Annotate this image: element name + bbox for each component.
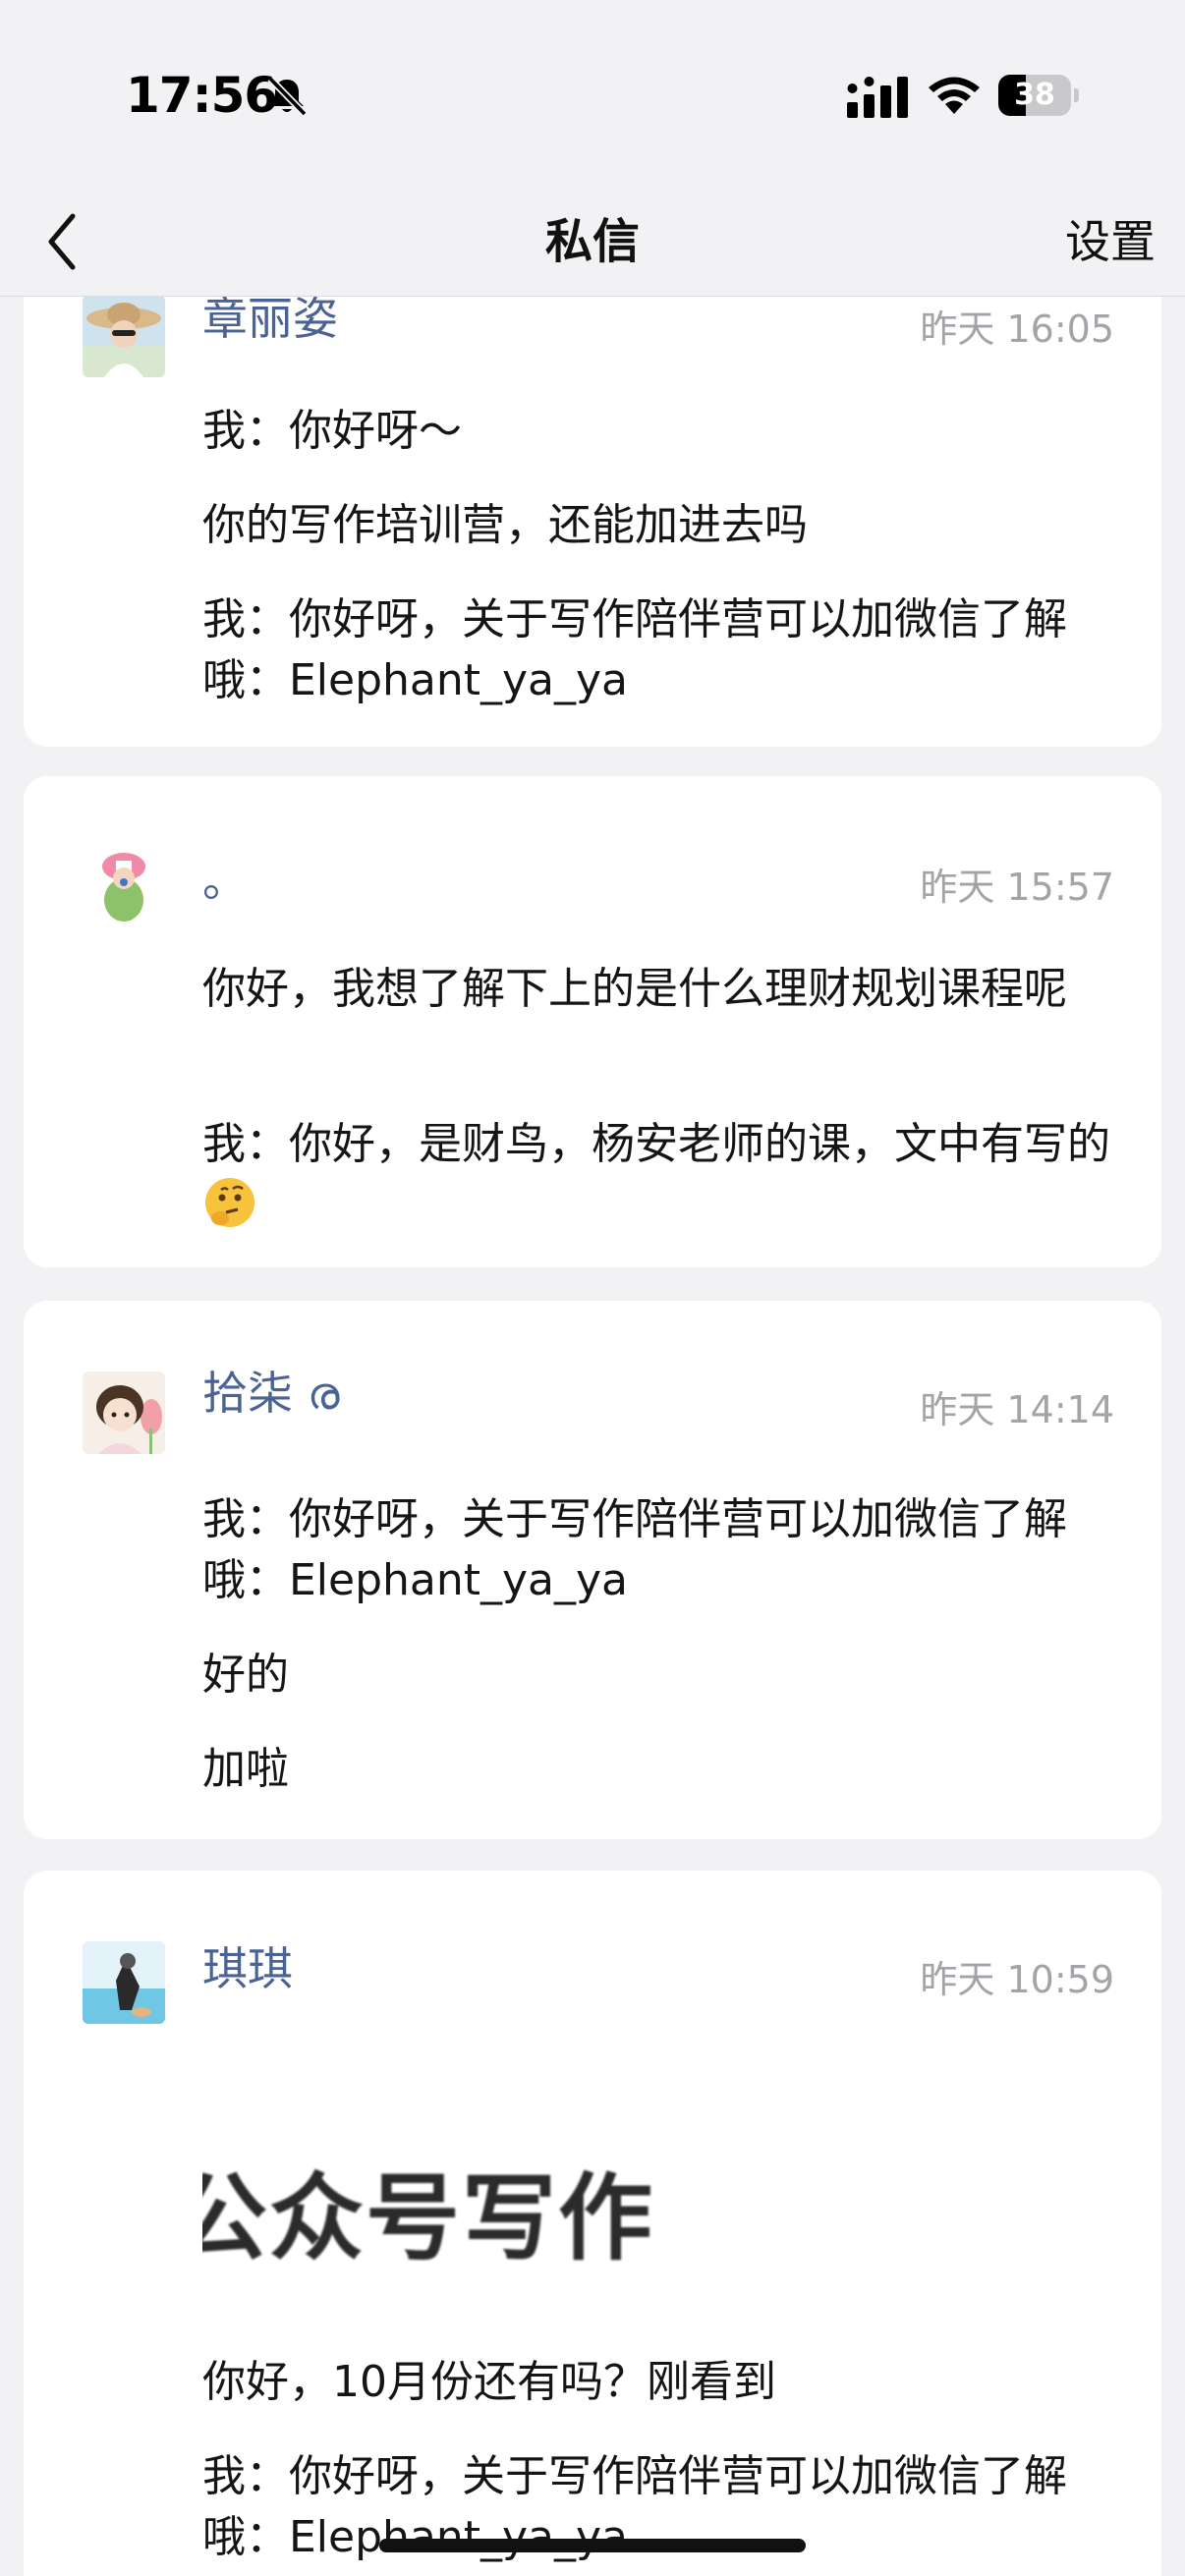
contact-name-suffix: ര (307, 1367, 340, 1420)
contact-name[interactable]: 章丽姿 (202, 289, 338, 348)
message-time: 昨天 16:05 (920, 308, 1114, 351)
conversation-card[interactable]: 章丽姿 昨天 16:05 我：你好呀～ 你的写作培训营，还能加进去吗 我：你好呀… (24, 255, 1161, 747)
conversation-card[interactable]: 。 昨天 15:57 你好，我想了解下上的是什么理财规划课程呢 我：你好，是财鸟… (24, 776, 1161, 1267)
status-time: 17:56 (126, 67, 278, 124)
avatar[interactable] (83, 1372, 165, 1454)
settings-button[interactable]: 设置 (1065, 204, 1156, 279)
message-preview: 你的写作培训营，还能加进去吗 (202, 500, 808, 550)
contact-name[interactable]: 。 (202, 851, 248, 910)
message-preview: 你好，我想了解下上的是什么理财规划课程呢 (202, 964, 1067, 1014)
message-time: 昨天 15:57 (920, 866, 1114, 909)
message-preview: 加啦 (202, 1744, 289, 1794)
conversation-card[interactable]: 拾柒 ര 昨天 14:14 我：你好呀，关于写作陪伴营可以加微信了解哦：Elep… (24, 1301, 1161, 1839)
message-preview: 我：你好呀～ (202, 406, 462, 456)
conversation-list[interactable]: 章丽姿 昨天 16:05 我：你好呀～ 你的写作培训营，还能加进去吗 我：你好呀… (0, 0, 1185, 2576)
contact-name[interactable]: 琪琪 (202, 1939, 293, 1998)
screen: 章丽姿 昨天 16:05 我：你好呀～ 你的写作培训营，还能加进去吗 我：你好呀… (0, 0, 1185, 2576)
avatar[interactable] (83, 1941, 165, 2024)
avatar[interactable] (83, 843, 165, 925)
battery-icon: 38 (998, 75, 1079, 116)
image-thumbnail[interactable]: 公众号写作 (202, 2106, 674, 2273)
message-time: 昨天 14:14 (920, 1388, 1114, 1431)
page-title: 私信 (544, 214, 640, 269)
contact-name-text: 拾柒 (202, 1367, 293, 1420)
message-preview: 我：你好呀，关于写作陪伴营可以加微信了解哦：Elephant_ya_ya (202, 594, 1067, 705)
cellular-signal-icon (847, 77, 908, 118)
bell-slash-icon (267, 76, 308, 117)
thinking-face-emoji (202, 1175, 257, 1230)
message-preview: 我：你好，是财鸟，杨安老师的课，文中有写的 (202, 1114, 1136, 1237)
home-indicator (379, 2539, 806, 2552)
wifi-icon (929, 77, 980, 114)
battery-body: 38 (998, 75, 1071, 116)
contact-name[interactable]: 拾柒 ര (202, 1364, 340, 1423)
message-text: 我：你好，是财鸟，杨安老师的课，文中有写的 (202, 1119, 1110, 1169)
message-preview: 你好，10月份还有吗？刚看到 (202, 2357, 776, 2407)
message-preview: 我：你好呀，关于写作陪伴营可以加微信了解哦：Elephant_ya_ya (202, 1494, 1067, 1605)
conversation-card[interactable]: 琪琪 昨天 10:59 公众号写作 你好，10月份还有吗？刚看到 我：你好呀，关… (24, 1871, 1161, 2576)
status-bar: 17:56 38 (0, 0, 1185, 187)
image-thumbnail-text: 公众号写作 (202, 2163, 654, 2273)
avatar[interactable] (83, 295, 165, 377)
navigation-bar: 私信 设置 (0, 187, 1185, 297)
battery-cap (1074, 88, 1079, 102)
message-time: 昨天 10:59 (920, 1958, 1114, 2001)
message-preview: 好的 (202, 1650, 289, 1700)
battery-level: 38 (1014, 78, 1055, 112)
